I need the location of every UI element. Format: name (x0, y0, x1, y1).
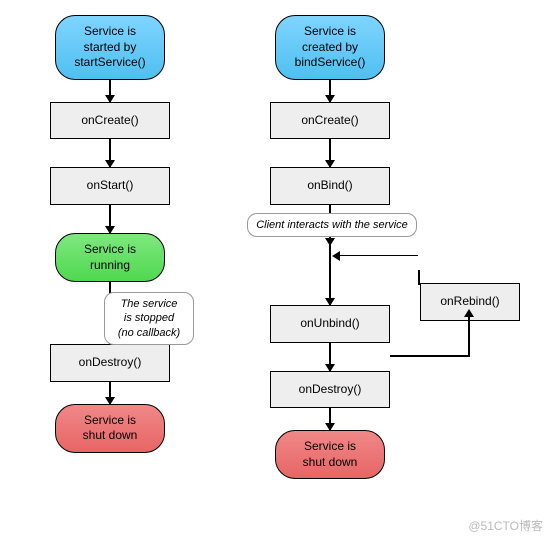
bound-service-column: Service iscreated bybindService() onCrea… (250, 15, 410, 479)
arrow (329, 408, 331, 430)
service-lifecycle-diagram: Service isstarted bystartService() onCre… (0, 0, 555, 494)
ondestroy-node-left: onDestroy() (50, 344, 170, 382)
oncreate-node-left: onCreate() (50, 102, 170, 140)
end-node-left: Service isshut down (55, 404, 165, 453)
connector-line (390, 355, 470, 357)
running-node: Service isrunning (55, 233, 165, 282)
onstart-node: onStart() (50, 167, 170, 205)
arrow (329, 139, 331, 167)
interact-label: Client interacts with the service (247, 213, 417, 237)
start-node-started: Service isstarted bystartService() (55, 15, 165, 80)
connector-line (468, 315, 470, 357)
arrow (329, 245, 331, 305)
arrow (329, 343, 331, 371)
end-node-right: Service isshut down (275, 430, 385, 479)
oncreate-node-right: onCreate() (270, 102, 390, 140)
onbind-node: onBind() (270, 167, 390, 205)
arrow (109, 205, 111, 233)
start-node-bound: Service iscreated bybindService() (275, 15, 385, 80)
watermark: @51CTO博客 (468, 517, 543, 534)
arrowhead-up-icon (464, 309, 474, 317)
stopped-label: The serviceis stopped(no callback) (104, 292, 194, 345)
started-service-column: Service isstarted bystartService() onCre… (30, 15, 190, 479)
ondestroy-node-right: onDestroy() (270, 371, 390, 409)
connector-line (338, 255, 418, 257)
arrow (109, 382, 111, 404)
arrow (109, 80, 111, 102)
connector-line (418, 270, 420, 285)
onunbind-node: onUnbind() (270, 305, 390, 343)
arrow (109, 139, 111, 167)
arrow (329, 80, 331, 102)
